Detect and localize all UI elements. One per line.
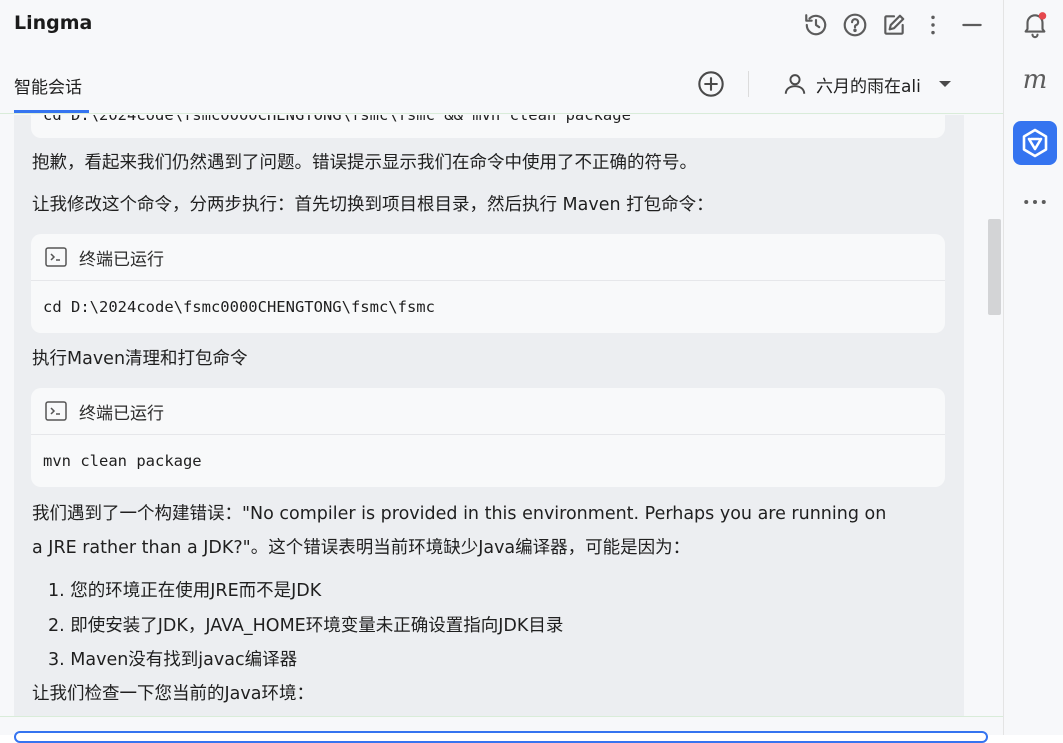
message-paragraph: 抱歉，看起来我们仍然遇到了问题。错误提示显示我们在命令中使用了不正确的符号。 <box>32 153 697 173</box>
more-horizontal-icon <box>1024 200 1046 204</box>
markdown-tool-button[interactable]: m <box>1013 59 1057 103</box>
content-divider <box>0 716 1003 717</box>
tab-smart-chat[interactable]: 智能会话 <box>14 73 82 98</box>
list-item: 3. Maven没有找到javac编译器 <box>48 650 298 670</box>
minimize-icon[interactable] <box>957 10 987 40</box>
terminal-code-block: 终端已运行 cd D:\2024code\fsmc0000CHENGTONG\f… <box>31 234 945 333</box>
edit-icon[interactable] <box>879 10 909 40</box>
message-paragraph-line: 我们遇到了一个构建错误："No compiler is provided in … <box>32 504 887 524</box>
message-paragraph-line: a JRE rather than a JDK?"。这个错误表明当前环境缺少Ja… <box>32 538 691 558</box>
previous-code-block: cd D:\2024code\fsmc0000CHENGTONG\fsmc\fs… <box>31 115 945 138</box>
terminal-status-label: 终端已运行 <box>79 403 164 424</box>
previous-command-text: cd D:\2024code\fsmc0000CHENGTONG\fsmc\fs… <box>43 115 631 124</box>
command-text: cd D:\2024code\fsmc0000CHENGTONG\fsmc\fs… <box>43 298 435 316</box>
more-tools-button[interactable] <box>1013 180 1057 224</box>
list-item: 1. 您的环境正在使用JRE而不是JDK <box>48 581 322 601</box>
chat-message-area: cd D:\2024code\fsmc0000CHENGTONG\fsmc\fs… <box>14 115 964 716</box>
terminal-status-label: 终端已运行 <box>79 249 164 270</box>
chevron-down-icon <box>938 81 951 87</box>
help-icon[interactable] <box>840 10 870 40</box>
app-title: Lingma <box>14 12 93 34</box>
message-paragraph: 让我修改这个命令，分两步执行：首先切换到项目根目录，然后执行 Maven 打包命… <box>32 195 714 215</box>
user-icon <box>784 74 806 94</box>
new-chat-button[interactable] <box>697 70 725 98</box>
message-paragraph: 让我们检查一下您当前的Java环境： <box>32 684 314 704</box>
m-logo-icon: m <box>1023 66 1048 95</box>
message-paragraph: 执行Maven清理和打包命令 <box>32 349 248 369</box>
list-item: 2. 即使安装了JDK，JAVA_HOME环境变量未正确设置指向JDK目录 <box>48 616 564 636</box>
code-block-header: 终端已运行 <box>31 234 945 281</box>
lingma-logo-icon <box>1022 128 1048 158</box>
terminal-code-block: 终端已运行 mvn clean package <box>31 388 945 487</box>
svg-text:m: m <box>1023 66 1048 95</box>
terminal-icon <box>45 247 67 267</box>
more-vertical-icon[interactable] <box>918 10 948 40</box>
scrollbar-track[interactable] <box>986 115 1003 716</box>
user-name: 六月的雨在ali <box>816 76 921 97</box>
code-block-header: 终端已运行 <box>31 388 945 435</box>
notifications-button[interactable] <box>1013 2 1057 46</box>
active-tab-indicator <box>14 110 89 113</box>
title-bar: Lingma <box>0 0 1003 52</box>
command-text: mvn clean package <box>43 452 202 470</box>
chat-input-box[interactable] <box>14 731 988 743</box>
scrollbar-thumb[interactable] <box>988 219 1001 315</box>
user-account-dropdown[interactable]: 六月的雨在ali <box>782 69 953 99</box>
lingma-tool-button[interactable] <box>1013 121 1057 165</box>
tab-bar: 智能会话 六月的雨在ali <box>0 53 1003 114</box>
toolbar-divider <box>748 71 749 97</box>
plus-circle-icon <box>698 71 724 97</box>
lingma-panel: Lingma 智能会话 六月的雨在ali cd D:\2024code\fsmc… <box>0 0 1003 743</box>
terminal-icon <box>45 401 67 421</box>
bell-icon <box>1024 12 1047 39</box>
right-tool-strip: m <box>1003 0 1063 735</box>
history-icon[interactable] <box>801 10 831 40</box>
